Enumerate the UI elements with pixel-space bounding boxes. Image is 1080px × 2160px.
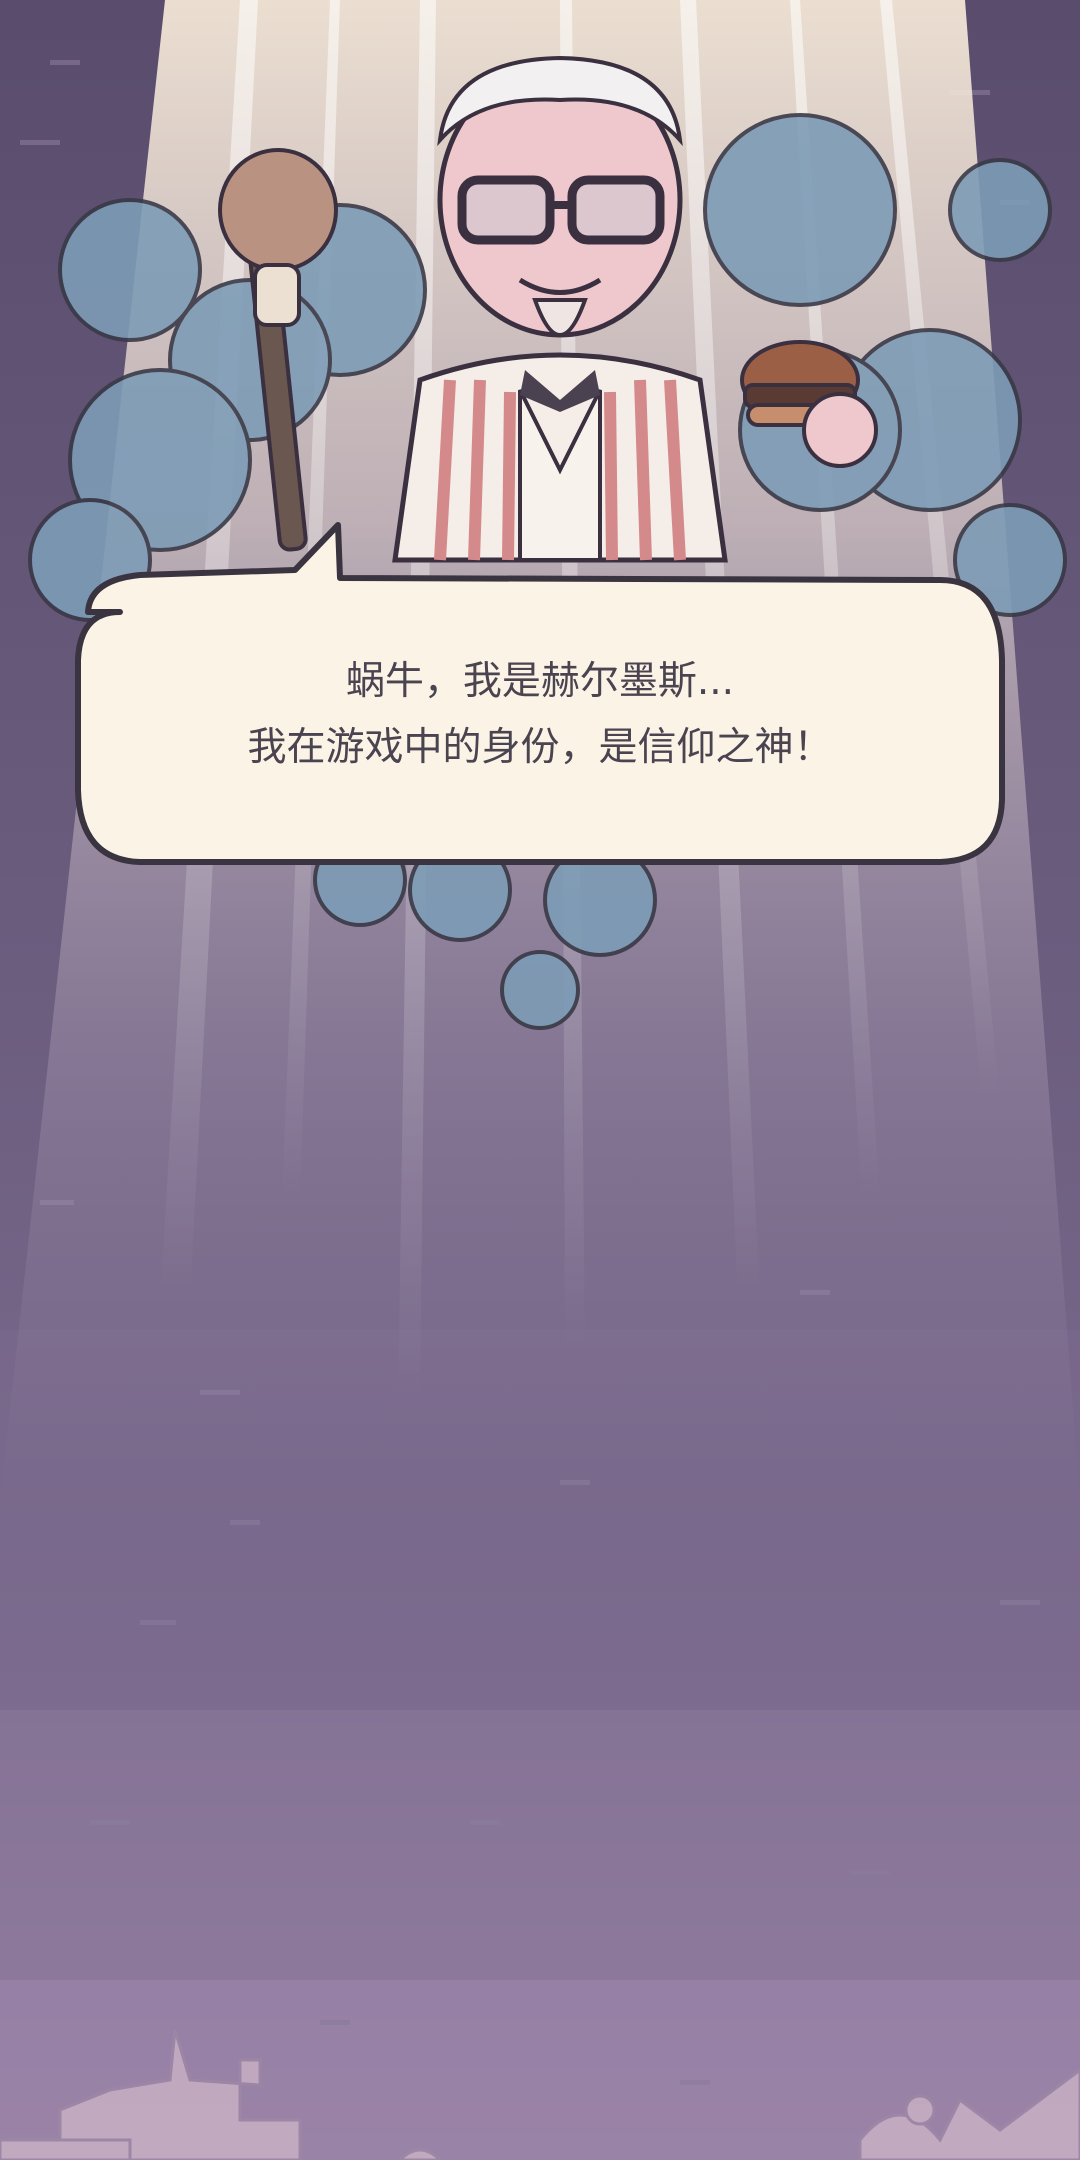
dialog-line-1: 蜗牛，我是赫尔墨斯... — [345, 659, 735, 704]
sky-band-2 — [0, 1710, 1080, 1980]
dialog-line-2: 我在游戏中的身份，是信仰之神！ — [247, 725, 833, 770]
dialog-text: 蜗牛，我是赫尔墨斯... 我在游戏中的身份，是信仰之神！ — [110, 640, 970, 790]
game-scene[interactable] — [0, 0, 1080, 2160]
